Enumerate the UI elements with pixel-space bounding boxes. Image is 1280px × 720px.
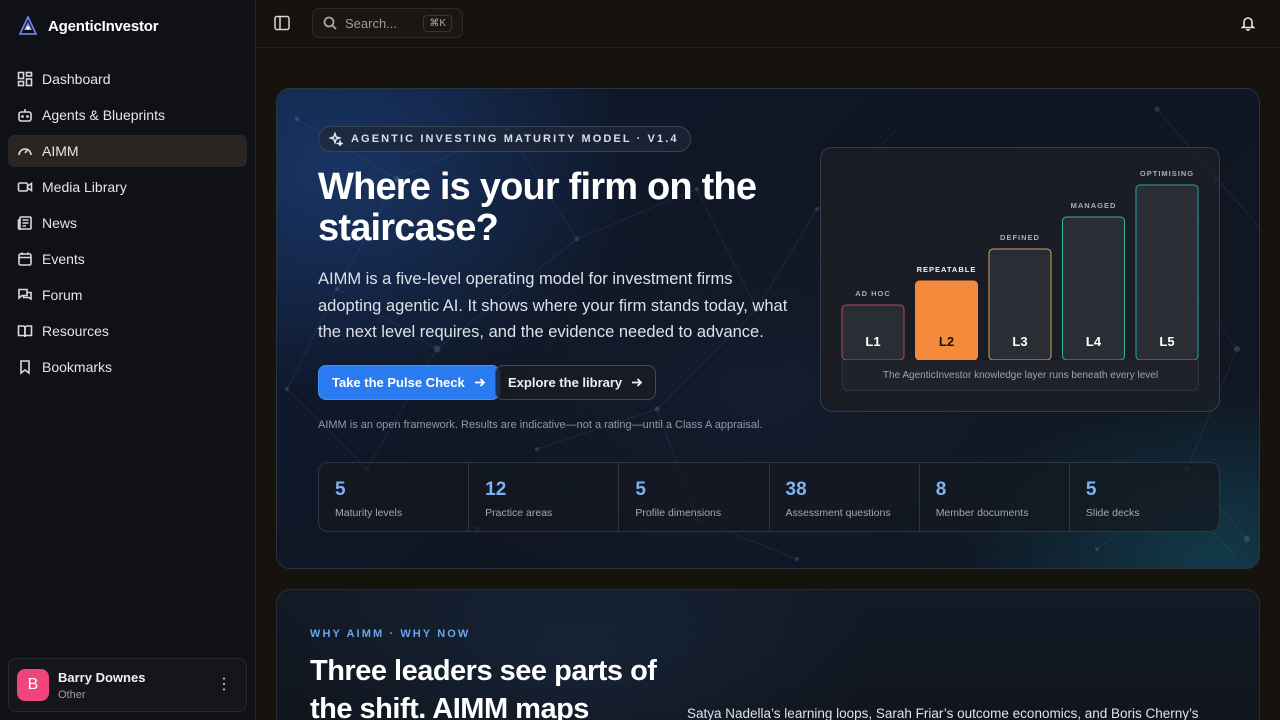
notifications-button[interactable] <box>1240 15 1256 31</box>
stat-value: 12 <box>485 479 507 500</box>
explore-library-button[interactable]: Explore the library <box>495 365 657 400</box>
sidebar-item-label: Dashboard <box>42 71 111 87</box>
search-input[interactable]: Search... ⌘K <box>312 8 463 38</box>
logo-icon <box>18 16 38 35</box>
stat-value: 5 <box>335 479 346 500</box>
search-placeholder: Search... <box>345 15 398 31</box>
sidebar-toggle-icon <box>274 15 290 31</box>
bell-icon <box>1240 17 1256 31</box>
user-info: Barry Downes Other <box>58 670 145 701</box>
newspaper-icon <box>17 215 33 231</box>
hero-description: AIMM is a five-level operating model for… <box>318 270 788 341</box>
search-shortcut: ⌘K <box>423 15 452 32</box>
stat-label: Profile dimensions <box>635 507 722 519</box>
maturity-staircase: L1 AD HOC L2 REPEATABLE L3 DEFINED L4 MANAGED L5… <box>820 147 1220 412</box>
level-code-label: L1 <box>865 334 880 349</box>
sidebar-item-forum[interactable]: Forum <box>8 279 247 311</box>
stat-slide-decks: 5 Slide decks <box>1070 463 1219 531</box>
avatar: B <box>17 669 49 701</box>
level-name-label: REPEATABLE <box>917 265 977 274</box>
arrow-right-icon <box>474 378 485 387</box>
level-code-label: L2 <box>939 334 954 349</box>
app-name: AgenticInvestor <box>48 17 159 35</box>
search-icon <box>323 16 337 30</box>
sidebar-item-label: Agents & Blueprints <box>42 107 165 123</box>
user-card[interactable]: B Barry Downes Other ⋮ <box>8 658 247 712</box>
sidebar-item-label: Events <box>42 251 85 267</box>
framework-badge: AGENTIC INVESTING MATURITY MODEL · V1.4 <box>318 126 691 152</box>
stat-value: 8 <box>935 479 947 500</box>
stat-assessment-questions: 38 Assessment questions <box>770 463 920 531</box>
book-icon <box>17 323 33 339</box>
sidebar-item-news[interactable]: News <box>8 207 247 239</box>
level-code-label: L5 <box>1159 334 1174 349</box>
level-name-label: AD HOC <box>855 289 891 298</box>
sidebar-item-bookmarks[interactable]: Bookmarks <box>8 351 247 383</box>
stat-practice-areas: 12 Practice areas <box>469 463 620 531</box>
sidebar-item-label: Forum <box>42 287 83 303</box>
sidebar-item-agents[interactable]: Agents & Blueprints <box>8 99 247 131</box>
gauge-icon <box>17 143 33 159</box>
level-code-label: L4 <box>1086 334 1102 349</box>
level-name-label: OPTIMISING <box>1140 169 1194 178</box>
stat-label: Maturity levels <box>335 507 403 519</box>
brand[interactable]: AgenticInvestor <box>18 16 159 36</box>
stat-label: Member documents <box>935 507 1029 519</box>
stat-profile-dimensions: 5 Profile dimensions <box>619 463 770 531</box>
level-name-label: MANAGED <box>1071 201 1117 210</box>
hero-disclaimer: AIMM is an open framework. Results are i… <box>318 419 763 431</box>
stat-label: Assessment questions <box>785 507 891 519</box>
topbar: Search... ⌘K <box>256 0 1280 48</box>
stat-maturity-levels: 5 Maturity levels <box>319 463 470 531</box>
sidebar-item-label: Bookmarks <box>42 359 113 375</box>
sidebar-item-events[interactable]: Events <box>8 243 247 275</box>
pulse-check-button[interactable]: Take the Pulse Check <box>318 365 500 400</box>
pulse-check-button-label: Take the Pulse Check <box>332 375 465 390</box>
stat-label: Slide decks <box>1085 507 1140 519</box>
sidebar-item-dashboard[interactable]: Dashboard <box>8 63 247 95</box>
level-code-label: L3 <box>1012 334 1027 349</box>
explore-library-button-label: Explore the library <box>508 375 623 390</box>
hero-section: AGENTIC INVESTING MATURITY MODEL · V1.4 … <box>276 88 1260 569</box>
sidebar-item-resources[interactable]: Resources <box>8 315 247 347</box>
level-step-l1 <box>841 304 905 361</box>
why-aimm-section: WHY AIMM · WHY NOW Three leaders see par… <box>276 589 1260 720</box>
video-icon <box>17 179 33 195</box>
section-title: Three leaders see parts of the shift. AI… <box>310 655 657 720</box>
bookmark-icon <box>17 359 33 375</box>
bot-icon <box>17 107 33 123</box>
dashboard-icon <box>17 71 33 87</box>
stats-bar: 5 Maturity levels 12 Practice areas 5 Pr… <box>318 462 1220 532</box>
framework-badge-label: AGENTIC INVESTING MATURITY MODEL · V1.4 <box>351 133 679 145</box>
stat-member-documents: 8 Member documents <box>920 463 1070 531</box>
sidebar-nav: Dashboard Agents & Blueprints AIMM Media… <box>8 63 247 387</box>
sidebar-item-aimm[interactable]: AIMM <box>8 135 247 167</box>
stat-value: 38 <box>785 479 807 500</box>
forum-icon <box>17 287 33 303</box>
sidebar-item-label: News <box>42 215 78 231</box>
sidebar-item-label: Resources <box>42 323 109 339</box>
page-title: Where is your firm on the staircase? <box>318 166 757 249</box>
sidebar-toggle-button[interactable] <box>273 14 291 32</box>
user-name: Barry Downes <box>58 669 146 685</box>
sidebar: AgenticInvestor Dashboard Agents & Bluep… <box>0 0 256 720</box>
section-text: Satya Nadella’s learning loops, Sarah Fr… <box>687 706 1199 720</box>
knowledge-layer-bar: The AgenticInvestor knowledge layer runs… <box>842 360 1199 391</box>
stat-value: 5 <box>635 479 646 500</box>
stat-label: Practice areas <box>485 507 553 519</box>
user-role: Other <box>58 688 86 701</box>
sidebar-item-label: Media Library <box>42 179 127 195</box>
more-vertical-icon[interactable]: ⋮ <box>216 675 232 695</box>
level-name-label: DEFINED <box>1000 233 1040 242</box>
arrow-right-icon <box>632 378 643 387</box>
calendar-icon <box>17 251 33 267</box>
section-eyebrow: WHY AIMM · WHY NOW <box>310 628 471 640</box>
sparkles-icon <box>329 132 343 146</box>
sidebar-item-label: AIMM <box>42 143 79 159</box>
stat-value: 5 <box>1085 479 1097 500</box>
sidebar-item-media-library[interactable]: Media Library <box>8 171 247 203</box>
